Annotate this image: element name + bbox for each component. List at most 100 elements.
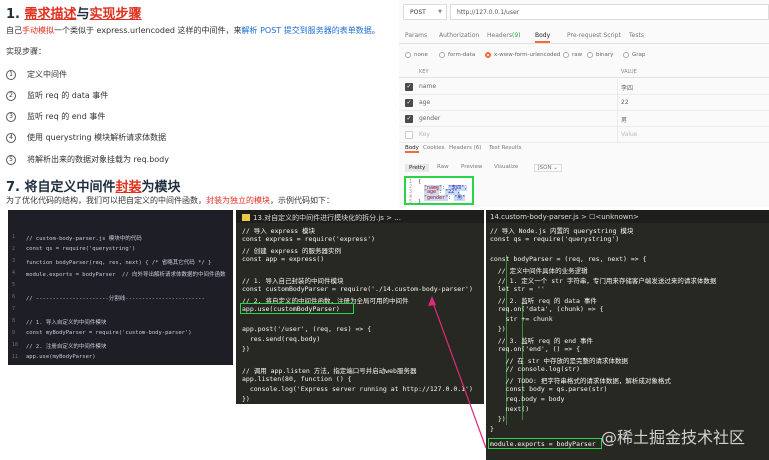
tab-cookies[interactable]: Cookies <box>423 145 445 151</box>
row-value-placeholder[interactable]: Value <box>621 131 637 138</box>
intro-text: 。 <box>371 26 380 35</box>
code-line: }) <box>490 325 506 333</box>
tab-authorization[interactable]: Authorization <box>439 32 479 39</box>
step-item: 2 监听 req 的 data 事件 <box>6 90 108 101</box>
tab-pre-request-script[interactable]: Pre-request Script <box>567 32 621 39</box>
code-line: function bodyParser(req, res, next) { /*… <box>26 260 212 266</box>
row-key-placeholder[interactable]: Key <box>419 131 430 138</box>
step-number: 2 <box>6 90 16 101</box>
code-line: // 1. 导入自定义的中间件模块 <box>26 320 107 326</box>
section7-heading: 7. 将自定义中间件封装为模块 <box>6 176 181 195</box>
code-line: const myBodyParser = require('custom-bod… <box>26 330 192 336</box>
heading-highlight: 需求描述 <box>24 7 77 22</box>
step-text: 监听 req 的 data 事件 <box>27 91 109 100</box>
row-key[interactable]: age <box>419 99 430 106</box>
row-checkbox[interactable] <box>405 131 413 139</box>
radio-raw[interactable]: raw <box>563 52 582 58</box>
body-type-options: none form-data x-www-form-urlencoded raw… <box>399 50 769 62</box>
row-value[interactable]: 李四 <box>621 83 633 92</box>
highlight-box <box>240 303 354 314</box>
json-line: } <box>418 199 422 205</box>
postman-panel: POST ▼ http://127.0.0.1/user Params Autho… <box>399 0 769 207</box>
http-method-select[interactable]: POST ▼ <box>403 4 447 20</box>
radio-graphql[interactable]: Grap <box>623 52 645 58</box>
radio-label: raw <box>572 52 583 58</box>
params-table-header: KEY VALUE <box>399 66 769 78</box>
view-pretty[interactable]: Pretty <box>405 164 430 172</box>
line-number: 2 <box>12 246 16 252</box>
heading-text: 将自定义中间件 <box>24 180 116 195</box>
step-text: 定义中间件 <box>27 70 67 79</box>
row-checkbox[interactable]: ✓ <box>405 115 413 123</box>
code-line: const express = require('express') <box>242 235 376 243</box>
row-value[interactable]: 男 <box>621 115 627 124</box>
code-line: }) <box>490 415 506 423</box>
response-json: 1{ 2 "name": "李四", 3 "age": "22", 4 "gender… <box>404 176 474 205</box>
row-key[interactable]: gender <box>419 115 440 122</box>
heading-text: 为模块 <box>141 180 181 195</box>
code-line: // 在 str 中存放的是完整的请求体数据 <box>490 357 628 365</box>
editor-tab-label: 14.custom-body-parser.js > ☐<unknown> <box>490 213 639 221</box>
code-line: req.on('data', (chunk) => { <box>490 305 604 313</box>
code-line: // custom-body-parser.js 模块中的代码 <box>26 236 142 242</box>
radio-urlencoded[interactable]: x-www-form-urlencoded <box>485 52 560 58</box>
intro-paragraph: 自己手动模拟一个类似于 express.urlencoded 这样的中间件，来解… <box>6 25 380 36</box>
table-row: ✓ name 李四 <box>399 79 769 95</box>
code-line: module.exports = bodyParser // 向外导出解析请求体… <box>26 272 226 278</box>
desc-text: ，示例代码如下： <box>270 196 334 205</box>
tab-response-headers[interactable]: Headers (6) <box>449 145 481 151</box>
code-line: str += chunk <box>490 315 553 323</box>
step-text: 将解析出来的数据对象挂载为 req.body <box>27 155 169 164</box>
code-line: // 定义中间件具体的业务逻辑 <box>490 267 588 275</box>
code-line: req.on('end', () => { <box>490 345 581 353</box>
editor-tab[interactable]: 14.custom-body-parser.js > ☐<unknown> <box>486 210 769 223</box>
tab-test-results[interactable]: Test Results <box>489 145 521 151</box>
step-item: 1 定义中间件 <box>6 69 67 80</box>
editor-tab-label: 13.对自定义的中间件进行模块化的拆分.js > ... <box>253 214 401 222</box>
tab-response-body[interactable]: Body <box>405 145 419 153</box>
view-visualize[interactable]: Visualize <box>494 164 518 170</box>
line-number: 4 <box>12 270 16 276</box>
code-line: const qs = require('querystring') <box>26 246 136 252</box>
tab-params[interactable]: Params <box>405 32 427 39</box>
intro-text: 一个类似于 express.urlencoded 这样的中间件，来 <box>54 26 242 35</box>
line-number: 10 <box>12 342 19 348</box>
column-value: VALUE <box>621 69 637 75</box>
section-number: 1. <box>6 7 20 22</box>
view-raw[interactable]: Raw <box>437 164 449 170</box>
table-row: ✓ age 22 <box>399 95 769 111</box>
code-line: } <box>490 425 494 433</box>
code-line: // 调用 app.listen 方法，指定端口号并启动web服务器 <box>242 367 417 375</box>
tab-tests[interactable]: Tests <box>629 32 644 39</box>
row-value[interactable]: 22 <box>621 99 629 106</box>
line-number: 8 <box>12 318 16 324</box>
view-preview[interactable]: Preview <box>461 164 482 170</box>
editor-tab[interactable]: 13.对自定义的中间件进行模块化的拆分.js > ... <box>236 210 484 223</box>
radio-form-data[interactable]: form-data <box>439 52 475 58</box>
radio-binary[interactable]: binary <box>587 52 613 58</box>
line-number: 9 <box>12 330 16 336</box>
radio-none[interactable]: none <box>405 52 428 58</box>
format-select[interactable]: JSON ⌄ <box>534 164 562 172</box>
code-line: const customBodyParser = require('./14.c… <box>242 285 473 293</box>
row-key[interactable]: name <box>419 83 436 90</box>
url-input[interactable]: http://127.0.0.1/user <box>450 4 769 20</box>
code-line: // 2. 监听 req 的 data 事件 <box>490 297 597 305</box>
heading-highlight: 实现步骤 <box>89 7 142 22</box>
section1-heading: 1. 需求描述与实现步骤 <box>6 3 142 22</box>
heading-highlight: 封装 <box>115 180 142 195</box>
line-number: 11 <box>12 354 19 360</box>
row-checkbox[interactable]: ✓ <box>405 83 413 91</box>
code-line: // TODO: 把字符串格式的请求体数据，解析成对象格式 <box>490 377 671 385</box>
response-tabs: Body Cookies Headers (6) Test Results <box>399 145 769 156</box>
code-line: let str = '' <box>490 285 545 293</box>
code-line: // 导入 Node.js 内置的 querystring 模块 <box>490 227 634 235</box>
json-line: { <box>418 179 422 185</box>
code-line: // 创建 express 的服务器实例 <box>242 247 341 255</box>
steps-label: 实现步骤： <box>6 47 46 56</box>
row-checkbox[interactable]: ✓ <box>405 99 413 107</box>
code-line: // ----------------------分割线------------… <box>26 296 205 302</box>
tab-body[interactable]: Body <box>535 32 551 43</box>
intro-link[interactable]: 解析 POST 提交到服务器的表单数据 <box>242 26 372 35</box>
tab-headers[interactable]: Headers <box>487 32 512 39</box>
